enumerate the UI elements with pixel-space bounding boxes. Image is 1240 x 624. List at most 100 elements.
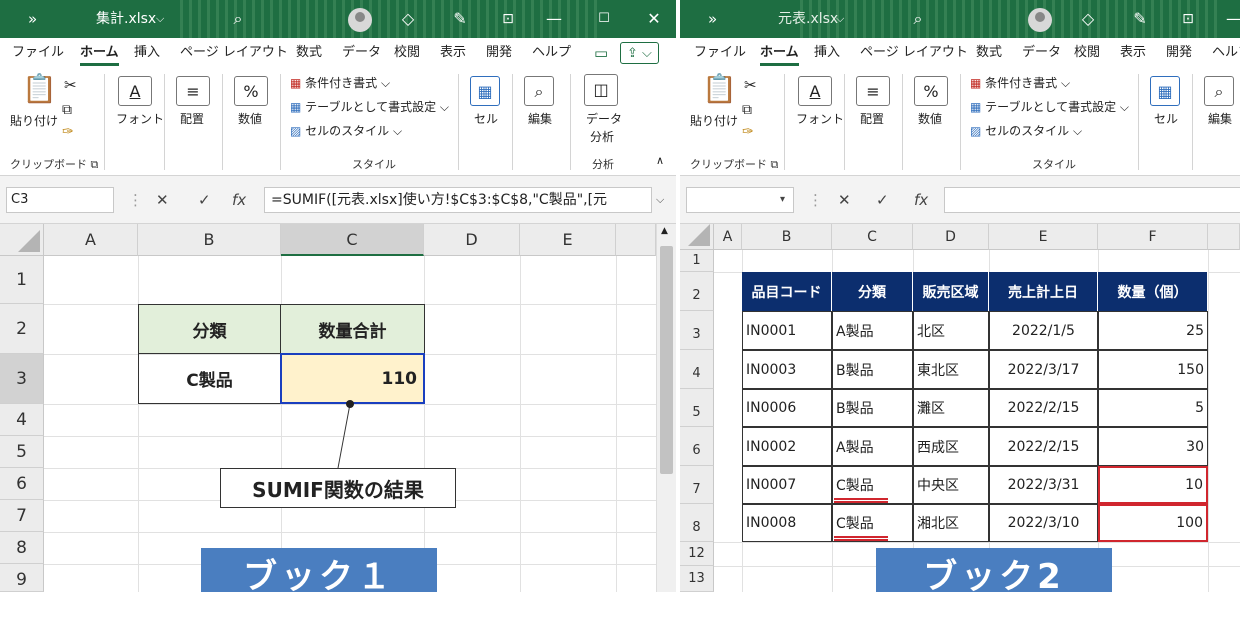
select-all-corner[interactable] [680, 224, 714, 250]
format-as-table-button[interactable]: ▦ テーブルとして書式設定 ⌵ [970, 98, 1129, 115]
table-cell[interactable]: 2022/2/15 [989, 389, 1098, 427]
row-header-4[interactable]: 4 [680, 350, 714, 389]
row-header-12[interactable]: 12 [680, 542, 714, 566]
table-cell[interactable]: B製品 [832, 389, 913, 427]
copy-icon[interactable]: ⧉ [742, 102, 752, 118]
tab-insert[interactable]: 挿入 [134, 38, 160, 68]
ribbon-display-icon[interactable]: ⊡ [490, 0, 526, 38]
tab-data[interactable]: データ [342, 38, 381, 68]
number-button[interactable]: 数値 [238, 110, 262, 127]
tab-home[interactable]: ホーム [760, 38, 799, 68]
table-cell[interactable]: IN0007 [742, 466, 832, 504]
maximize-icon[interactable]: ☐ [586, 0, 622, 38]
cell-styles-button[interactable]: ▨ セルのスタイル ⌵ [290, 122, 402, 139]
table-cell[interactable]: IN0001 [742, 311, 832, 350]
header-sales-date[interactable]: 売上計上日 [989, 272, 1098, 311]
col-header-a[interactable]: A [714, 224, 742, 250]
tab-view[interactable]: 表示 [1120, 38, 1146, 68]
row-header-7[interactable]: 7 [680, 466, 714, 504]
row-header-6[interactable]: 6 [680, 427, 714, 466]
table-cell[interactable]: 2022/3/10 [989, 504, 1098, 542]
cut-icon[interactable]: ✂ [64, 76, 77, 94]
table-cell[interactable]: IN0006 [742, 389, 832, 427]
col-header-g[interactable] [1208, 224, 1240, 250]
table-cell[interactable]: 2022/3/31 [989, 466, 1098, 504]
cancel-icon[interactable]: ✕ [838, 187, 851, 213]
col-header-c[interactable]: C [832, 224, 913, 250]
table-cell[interactable]: 30 [1098, 427, 1208, 466]
table-cell[interactable]: A製品 [832, 311, 913, 350]
search-edit-icon[interactable]: ⌕ [1204, 76, 1234, 106]
search-icon[interactable]: ⌕ [900, 0, 936, 38]
tab-insert[interactable]: 挿入 [814, 38, 840, 68]
table-cell[interactable]: IN0002 [742, 427, 832, 466]
table-cell[interactable]: 湘北区 [913, 504, 989, 542]
table-cell[interactable]: 150 [1098, 350, 1208, 389]
copy-icon[interactable]: ⧉ [62, 102, 72, 118]
close-icon[interactable]: ✕ [636, 0, 672, 38]
row-header-2[interactable]: 2 [680, 272, 714, 311]
data-analysis-button[interactable]: データ [586, 110, 622, 127]
insert-function-icon[interactable]: fx [914, 187, 928, 213]
enter-icon[interactable]: ✓ [198, 187, 211, 213]
data-analysis-button-line2[interactable]: 分析 [590, 128, 614, 145]
table-cell[interactable]: A製品 [832, 427, 913, 466]
paste-button[interactable]: 貼り付け [690, 112, 738, 129]
table-cell[interactable]: 5 [1098, 389, 1208, 427]
data-analysis-icon[interactable]: ◫ [584, 74, 618, 106]
font-button[interactable]: フォント [796, 110, 844, 127]
table-cell[interactable]: 25 [1098, 311, 1208, 350]
row-header-1[interactable]: 1 [680, 250, 714, 272]
font-button[interactable]: フォント [116, 110, 164, 127]
cut-icon[interactable]: ✂ [744, 76, 757, 94]
cells-icon[interactable]: ▦ [470, 76, 500, 106]
paste-button[interactable]: 貼り付け [10, 112, 58, 129]
conditional-format-button[interactable]: ▦ 条件付き書式 ⌵ [290, 74, 390, 91]
col-header-f[interactable]: F [1098, 224, 1208, 250]
tab-developer[interactable]: 開発 [1166, 38, 1192, 68]
quick-access-icon[interactable]: » [708, 0, 717, 38]
chevron-down-icon[interactable]: ⌵ [156, 0, 164, 38]
conditional-format-button[interactable]: ▦ 条件付き書式 ⌵ [970, 74, 1070, 91]
table-cell[interactable]: 西成区 [913, 427, 989, 466]
edit-button[interactable]: 編集 [528, 110, 552, 127]
font-icon[interactable]: A [118, 76, 152, 106]
formula-input[interactable]: =SUMIF([元表.xlsx]使い方!$C$3:$C$8,"C製品",[元 [264, 187, 652, 213]
table-cell[interactable]: B製品 [832, 350, 913, 389]
formula-input[interactable] [944, 187, 1240, 213]
table-cell[interactable]: 灘区 [913, 389, 989, 427]
tab-view[interactable]: 表示 [440, 38, 466, 68]
gem-icon[interactable]: ◇ [390, 0, 426, 38]
minimize-icon[interactable]: — [1216, 0, 1240, 38]
gem-icon[interactable]: ◇ [1070, 0, 1106, 38]
row-header-8[interactable]: 8 [680, 504, 714, 542]
col-header-d[interactable]: D [913, 224, 989, 250]
cancel-icon[interactable]: ✕ [156, 187, 169, 213]
ribbon-display-icon[interactable]: ⊡ [1170, 0, 1206, 38]
share-icon[interactable]: ⇪ ⌵ [620, 42, 659, 64]
tab-home[interactable]: ホーム [80, 38, 119, 68]
cells-button[interactable]: セル [474, 110, 498, 127]
book1-file-name[interactable]: 集計.xlsx [96, 0, 156, 38]
header-quantity[interactable]: 数量（個） [1098, 272, 1208, 311]
tab-review[interactable]: 校閲 [394, 38, 420, 68]
col-header-e[interactable]: E [989, 224, 1098, 250]
align-button[interactable]: 配置 [180, 110, 204, 127]
tab-help[interactable]: ヘルプ [532, 38, 571, 68]
format-as-table-button[interactable]: ▦ テーブルとして書式設定 ⌵ [290, 98, 449, 115]
header-category[interactable]: 分類 [832, 272, 913, 311]
tab-page-layout[interactable]: ページ レイアウト [860, 38, 968, 68]
tab-review[interactable]: 校閲 [1074, 38, 1100, 68]
quick-access-icon[interactable]: » [28, 0, 37, 38]
cells-button[interactable]: セル [1154, 110, 1178, 127]
tab-help[interactable]: ヘルプ [1212, 38, 1240, 68]
book2-file-name[interactable]: 元表.xlsx [778, 0, 838, 38]
paste-icon[interactable]: 📋 [22, 74, 57, 110]
vertical-scrollbar[interactable]: ▲ [656, 224, 676, 592]
col-header-b[interactable]: B [742, 224, 832, 250]
header-item-code[interactable]: 品目コード [742, 272, 832, 311]
enter-icon[interactable]: ✓ [876, 187, 889, 213]
table-cell[interactable]: IN0003 [742, 350, 832, 389]
table-cell[interactable]: 2022/3/17 [989, 350, 1098, 389]
comment-icon[interactable]: ▭ [594, 38, 608, 68]
